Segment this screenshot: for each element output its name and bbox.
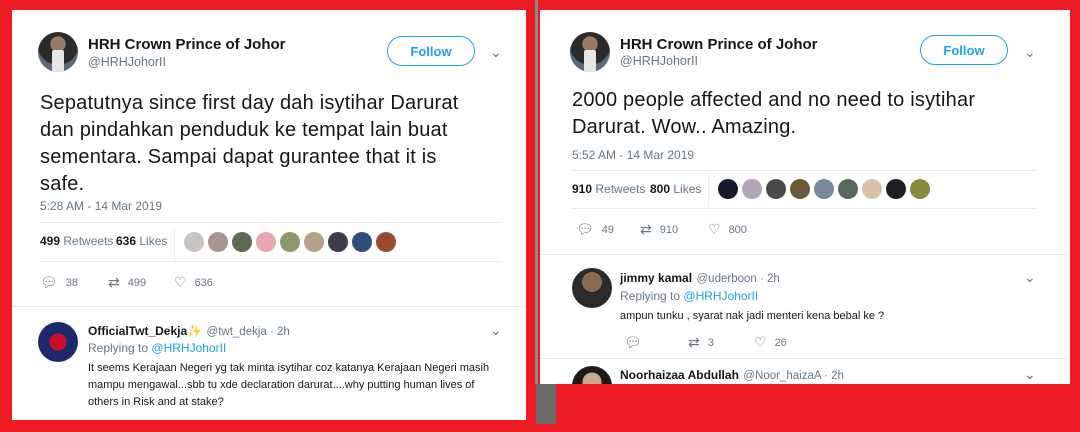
author-name[interactable]: HRH Crown Prince of Johor [620, 36, 818, 53]
author-handle[interactable]: @HRHJohorII [620, 54, 698, 68]
stat-separator [174, 228, 175, 260]
retweet-action[interactable]: ⇄ 3 [688, 334, 714, 351]
reply-action[interactable]: 💬︎ 49 [576, 221, 614, 238]
liker-avatar[interactable] [256, 232, 276, 252]
replying-to-link[interactable]: @HRHJohorII [151, 341, 226, 355]
tweet-panel-right: HRH Crown Prince of Johor @HRHJohorII Fo… [540, 10, 1070, 384]
replying-to: Replying to @HRHJohorII [88, 341, 227, 355]
timestamp[interactable]: 5:52 AM - 14 Mar 2019 [572, 148, 694, 162]
divider-line [40, 261, 502, 262]
reply-avatar[interactable] [38, 322, 78, 362]
sparkle-icon: ✨ [187, 324, 203, 338]
divider-line [40, 222, 502, 223]
liker-avatar[interactable] [742, 179, 762, 199]
reply-author-handle[interactable]: @Noor_haizaA · 2h [743, 370, 844, 382]
author-name[interactable]: HRH Crown Prince of Johor [88, 36, 286, 53]
scroll-divider [535, 0, 538, 384]
reply-author-handle[interactable]: @twt_dekja · 2h [207, 326, 290, 338]
chevron-down-icon[interactable]: ⌄ [1024, 269, 1036, 286]
liker-avatar[interactable] [376, 232, 396, 252]
scrollbar-fragment [536, 384, 556, 424]
divider-line [572, 208, 1036, 209]
liker-avatars [184, 232, 396, 252]
like-action[interactable]: ♡ 800 [708, 221, 747, 238]
tweet-panel-left: HRH Crown Prince of Johor @HRHJohorII Fo… [12, 10, 526, 420]
divider-line [12, 306, 526, 307]
chevron-down-icon[interactable]: ⌄ [490, 322, 502, 339]
like-action[interactable]: ♡ 636 [174, 274, 213, 291]
divider-line [572, 170, 1036, 171]
liker-avatar[interactable] [862, 179, 882, 199]
reply-author-name[interactable]: jimmy kamal [620, 271, 692, 285]
liker-avatar[interactable] [814, 179, 834, 199]
divider-line [540, 254, 1070, 255]
liker-avatar[interactable] [208, 232, 228, 252]
reply-header: Noorhaizaa Abdullah @Noor_haizaA · 2h [620, 366, 844, 384]
heart-icon: ♡ [174, 274, 187, 290]
reply-author-handle[interactable]: @uderboon · 2h [697, 273, 780, 285]
chevron-down-icon[interactable]: ⌄ [490, 44, 502, 61]
reply-action[interactable]: 💬︎ 38 [40, 274, 78, 291]
reply-text: ampun tunku , syarat nak jadi menteri ke… [620, 310, 885, 322]
reply-icon: 💬︎ [40, 274, 58, 290]
reply-header: OfficialTwt_Dekja✨ @twt_dekja · 2h [88, 322, 290, 340]
replying-to: Replying to @HRHJohorII [620, 289, 759, 303]
liker-avatar[interactable] [184, 232, 204, 252]
like-action[interactable]: ♡ 26 [754, 334, 787, 351]
liker-avatars [718, 179, 930, 199]
retweet-icon: ⇄ [108, 274, 120, 290]
reply-text: It seems Kerajaan Negeri yg tak minta is… [88, 362, 490, 408]
follow-button[interactable]: Follow [387, 36, 475, 66]
tweet-text: Sepatutnya since first day dah isytihar … [40, 92, 459, 195]
reply-header: jimmy kamal @uderboon · 2h [620, 269, 780, 287]
liker-avatar[interactable] [718, 179, 738, 199]
liker-avatar[interactable] [352, 232, 372, 252]
reply-avatar[interactable] [572, 366, 612, 384]
author-avatar[interactable] [570, 32, 610, 72]
reply-icon: 💬︎ [576, 221, 594, 237]
chevron-down-icon[interactable]: ⌄ [1024, 44, 1036, 61]
chevron-down-icon[interactable]: ⌄ [1024, 366, 1036, 383]
retweets-stat[interactable]: 910 Retweets [572, 182, 645, 196]
reply-author-name[interactable]: OfficialTwt_Dekja [88, 324, 187, 338]
author-avatar[interactable] [38, 32, 78, 72]
retweets-stat[interactable]: 499 Retweets [40, 234, 113, 248]
liker-avatar[interactable] [280, 232, 300, 252]
liker-avatar[interactable] [328, 232, 348, 252]
timestamp[interactable]: 5:28 AM - 14 Mar 2019 [40, 199, 162, 213]
stat-separator [708, 175, 709, 207]
liker-avatar[interactable] [790, 179, 810, 199]
liker-avatar[interactable] [766, 179, 786, 199]
liker-avatar[interactable] [838, 179, 858, 199]
tweet-text: 2000 people affected and no need to isyt… [572, 89, 976, 138]
reply-avatar[interactable] [572, 268, 612, 308]
liker-avatar[interactable] [232, 232, 252, 252]
divider-line [540, 358, 1070, 359]
retweet-icon: ⇄ [688, 334, 700, 350]
follow-button[interactable]: Follow [920, 35, 1008, 65]
liker-avatar[interactable] [304, 232, 324, 252]
likes-stat[interactable]: 636 Likes [116, 234, 167, 248]
retweet-action[interactable]: ⇄ 499 [108, 274, 146, 291]
author-handle[interactable]: @HRHJohorII [88, 55, 166, 69]
reply-author-name[interactable]: Noorhaizaa Abdullah [620, 368, 739, 382]
likes-stat[interactable]: 800 Likes [650, 182, 701, 196]
reply-icon: 💬︎ [624, 334, 642, 350]
heart-icon: ♡ [754, 334, 767, 350]
reply-action[interactable]: 💬︎ [624, 334, 650, 351]
retweet-icon: ⇄ [640, 221, 652, 237]
liker-avatar[interactable] [910, 179, 930, 199]
heart-icon: ♡ [708, 221, 721, 237]
retweet-action[interactable]: ⇄ 910 [640, 221, 678, 238]
replying-to-link[interactable]: @HRHJohorII [683, 289, 758, 303]
liker-avatar[interactable] [886, 179, 906, 199]
